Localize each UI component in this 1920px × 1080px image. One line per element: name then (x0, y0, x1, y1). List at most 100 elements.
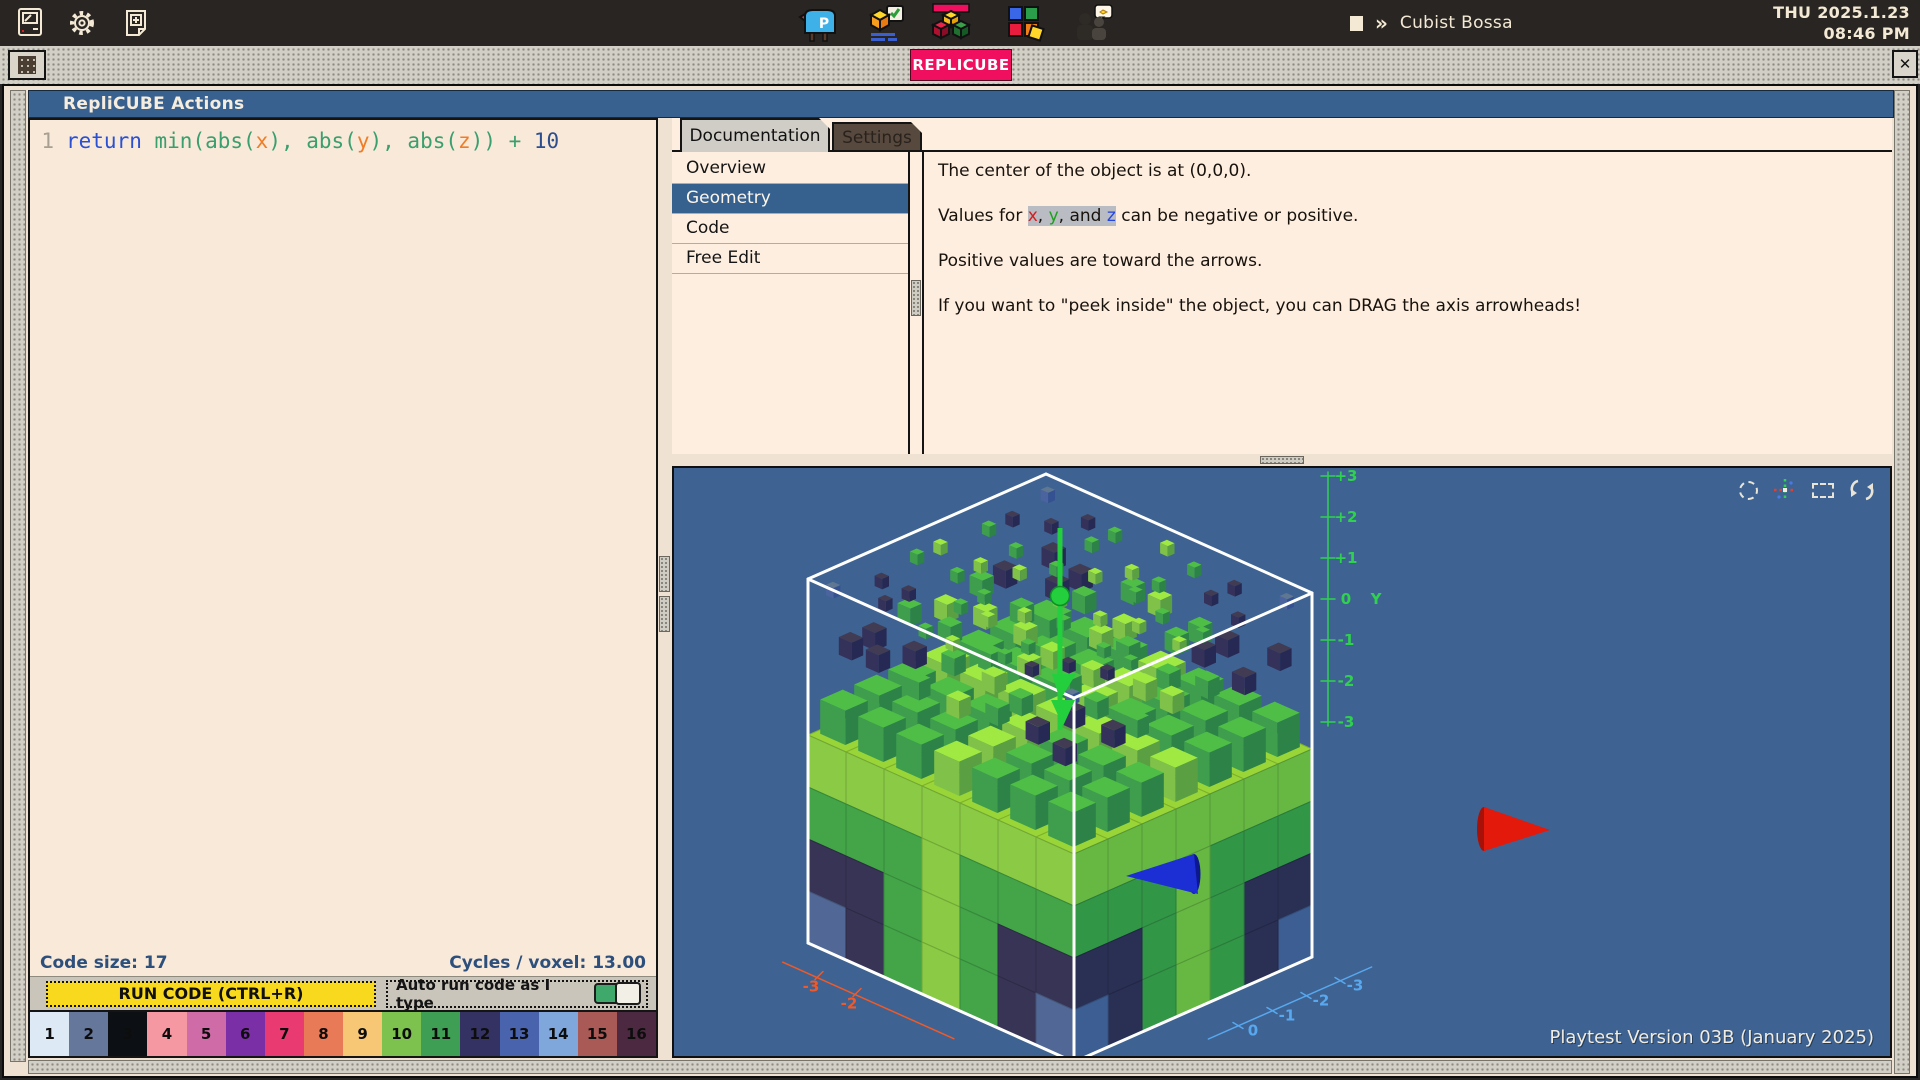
editor-statusbar: Code size: 17 Cycles / voxel: 13.00 (30, 950, 656, 976)
desktop-button[interactable] (8, 50, 46, 80)
next-track-icon[interactable]: » (1375, 13, 1388, 33)
clock-time: 08:46 PM (1773, 23, 1910, 44)
close-button[interactable]: ✕ (1892, 50, 1918, 78)
toggle-knob (615, 982, 641, 1005)
stop-icon[interactable] (1350, 16, 1363, 31)
token: min(abs( (155, 129, 256, 153)
palette-swatch-5[interactable]: 5 (187, 1012, 226, 1056)
token: z (458, 129, 471, 153)
token: y (1049, 206, 1059, 226)
rotate-view-icon[interactable] (1848, 478, 1876, 502)
palette-swatch-7[interactable]: 7 (265, 1012, 304, 1056)
voxel-viewport[interactable]: +3+2+10-1-2-3Y-3-2-10-3-2 Playtest Versi… (672, 466, 1892, 1058)
community-icon[interactable] (1070, 4, 1120, 42)
palette-swatch-8[interactable]: 8 (304, 1012, 343, 1056)
code-area[interactable]: 1 return min(abs(x), abs(y), abs(z)) + 1… (30, 120, 656, 950)
settings-gear-icon[interactable] (64, 4, 100, 42)
nav-item-code[interactable]: Code (672, 214, 908, 244)
docs-content: The center of the object is at (0,0,0). … (924, 152, 1892, 454)
code-text: return min(abs(x), abs(y), abs(z)) + 10 (66, 128, 559, 155)
cycles-label: Cycles / voxel: 13.00 (449, 953, 646, 973)
tab-fold (819, 118, 830, 129)
svg-text:+1: +1 (1334, 549, 1357, 567)
autorun-checkbox[interactable]: Auto run code as I type (386, 980, 648, 1008)
documentation-panel: Documentation Settings Overview Geometry… (672, 118, 1892, 454)
palette-swatch-6[interactable]: 6 (226, 1012, 265, 1056)
svg-text:+2: +2 (1334, 508, 1357, 526)
taskbar: REPLICUBE ✕ (0, 46, 1920, 84)
palette-swatch-11[interactable]: 11 (421, 1012, 460, 1056)
svg-text:-3: -3 (803, 978, 820, 996)
window-title: RepliCUBE Actions (63, 94, 244, 114)
palette-swatch-10[interactable]: 10 (382, 1012, 421, 1056)
tab-fold (911, 122, 922, 133)
mailbox-icon[interactable]: P (793, 4, 839, 42)
svg-text:P: P (819, 16, 829, 32)
nav-item-overview[interactable]: Overview (672, 154, 908, 184)
token: , (1038, 206, 1049, 226)
splitter-grip[interactable] (659, 556, 670, 592)
selection-circle-icon[interactable] (1739, 481, 1758, 500)
right-scrollbar[interactable] (1894, 90, 1910, 1074)
code-editor-panel: 1 return min(abs(x), abs(y), abs(z)) + 1… (28, 118, 658, 1058)
palette-swatch-3[interactable]: 3 (108, 1012, 147, 1056)
horizontal-splitter[interactable] (672, 454, 1892, 466)
token: ), abs( (370, 129, 459, 153)
palette-swatch-13[interactable]: 13 (500, 1012, 539, 1056)
replicube-logo-icon[interactable] (926, 4, 976, 42)
token: Values for (938, 206, 1028, 226)
music-player: » Cubist Bossa (1350, 0, 1513, 46)
docs-body: Overview Geometry Code Free Edit The cen… (672, 150, 1892, 454)
bottom-scrollbar[interactable] (28, 1060, 1892, 1074)
docs-nav-splitter[interactable] (910, 152, 924, 454)
palette-swatch-2[interactable]: 2 (69, 1012, 108, 1056)
run-code-button[interactable]: RUN CODE (CTRL+R) (46, 981, 376, 1007)
token: can be negative or positive. (1116, 206, 1359, 226)
autorun-label: Auto run code as I type (396, 976, 586, 1012)
splitter-grip[interactable] (659, 596, 670, 632)
computer-icon[interactable] (12, 4, 48, 42)
color-palette-icon[interactable] (1002, 4, 1048, 42)
color-palette-bar: 12345678910111213141516 (30, 1010, 656, 1056)
token: y (357, 129, 370, 153)
version-label: Playtest Version 03B (January 2025) (1549, 1027, 1874, 1048)
x-axis-arrowhead[interactable] (1477, 807, 1550, 851)
svg-text:0: 0 (1341, 590, 1351, 608)
svg-text:-3: -3 (1347, 977, 1364, 995)
palette-swatch-14[interactable]: 14 (539, 1012, 578, 1056)
svg-text:-2: -2 (1313, 992, 1330, 1010)
docs-tabs: Documentation Settings (672, 118, 1892, 152)
palette-swatch-16[interactable]: 16 (617, 1012, 656, 1056)
splitter-grip[interactable] (1260, 456, 1304, 464)
palette-swatch-15[interactable]: 15 (578, 1012, 617, 1056)
svg-text:Y: Y (1370, 590, 1383, 608)
token: ), abs( (268, 129, 357, 153)
palette-swatch-12[interactable]: 12 (460, 1012, 499, 1056)
svg-text:-2: -2 (1338, 672, 1355, 690)
nav-item-free-edit[interactable]: Free Edit (672, 244, 908, 274)
cube-checklist-icon[interactable] (862, 4, 908, 42)
token: x (256, 129, 269, 153)
palette-swatch-4[interactable]: 4 (147, 1012, 186, 1056)
doc-paragraph: The center of the object is at (0,0,0). (938, 161, 1878, 182)
vertical-splitter[interactable] (658, 118, 672, 1058)
nav-item-geometry[interactable]: Geometry (672, 184, 908, 214)
taskbar-app-replicube[interactable]: REPLICUBE (910, 49, 1012, 81)
splitter-grip[interactable] (911, 280, 921, 316)
selection-box-icon[interactable] (1812, 483, 1834, 498)
token: , and (1059, 206, 1107, 226)
svg-text:-1: -1 (1279, 1007, 1296, 1025)
palette-swatch-1[interactable]: 1 (30, 1012, 69, 1056)
svg-text:-2: -2 (841, 995, 858, 1013)
line-number: 1 (30, 128, 66, 155)
tab-documentation[interactable]: Documentation (680, 118, 830, 152)
window-titlebar[interactable]: RepliCUBE Actions (28, 90, 1894, 118)
tab-settings[interactable]: Settings (832, 122, 922, 152)
left-scrollbar[interactable] (10, 90, 26, 1062)
voxel-scene[interactable]: +3+2+10-1-2-3Y-3-2-10-3-2 (674, 468, 1890, 1056)
svg-text:-1: -1 (1338, 631, 1355, 649)
palette-swatch-9[interactable]: 9 (343, 1012, 382, 1056)
new-file-icon[interactable] (118, 4, 154, 42)
axes-toggle-icon[interactable] (1772, 477, 1798, 503)
autorun-toggle[interactable] (594, 983, 640, 1004)
